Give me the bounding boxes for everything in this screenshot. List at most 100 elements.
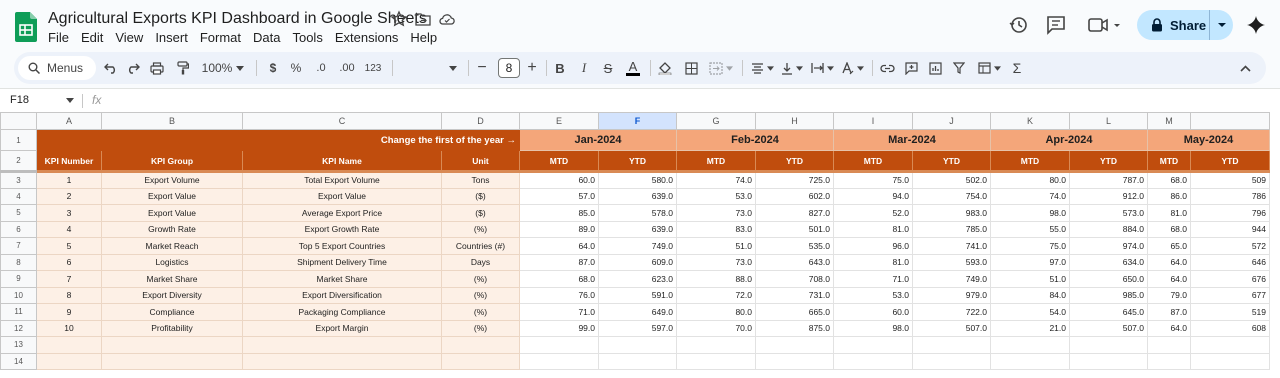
empty-cell[interactable] [519,336,599,354]
mtd-value-cell[interactable]: 68.0 [1147,220,1191,238]
empty-cell[interactable] [1147,352,1191,370]
column-header-f[interactable]: F [598,112,677,130]
name-box[interactable]: F18 [10,94,29,106]
kpi-name-cell[interactable]: Top 5 Export Countries [242,237,442,255]
kpi-group-cell[interactable]: Profitability [101,319,243,337]
ytd-value-cell[interactable]: 787.0 [1069,171,1148,189]
ytd-value-cell[interactable]: 573.0 [1069,204,1148,222]
menu-format[interactable]: Format [200,30,247,45]
mtd-value-cell[interactable]: 79.0 [1147,286,1191,304]
ytd-value-cell[interactable]: 597.0 [598,319,677,337]
kpi-name-cell[interactable]: Export Value [242,187,442,205]
mtd-value-cell[interactable]: 75.0 [990,237,1070,255]
month-header[interactable]: Jan-2024 [519,129,677,151]
ytd-value-cell[interactable]: 649.0 [598,303,677,321]
mtd-value-cell[interactable]: 83.0 [676,220,756,238]
ytd-value-cell[interactable]: 535.0 [755,237,834,255]
mtd-value-cell[interactable]: 81.0 [833,220,913,238]
share-button[interactable]: Share [1137,10,1233,40]
ytd-value-cell[interactable]: 639.0 [598,220,677,238]
ytd-value-cell[interactable]: 677 [1190,286,1270,304]
unit-cell[interactable]: (%) [441,220,520,238]
mtd-value-cell[interactable]: 97.0 [990,253,1070,271]
font-size-input[interactable]: 8 [498,58,520,78]
undo-button[interactable] [102,52,120,84]
ytd-header[interactable]: YTD [912,150,991,173]
month-header[interactable]: May-2024 [1147,129,1270,151]
empty-cell[interactable] [676,336,756,354]
kpi-group-cell[interactable]: Market Reach [101,237,243,255]
mtd-value-cell[interactable]: 89.0 [519,220,599,238]
mtd-value-cell[interactable]: 60.0 [833,303,913,321]
text-color-button[interactable]: A [624,52,642,84]
mtd-header[interactable]: MTD [1147,150,1191,173]
column-header-h[interactable]: H [755,112,834,130]
kpi-group-cell[interactable]: Logistics [101,253,243,271]
empty-cell[interactable] [441,352,520,370]
text-wrapping-button[interactable] [808,52,836,84]
ytd-value-cell[interactable]: 796 [1190,204,1270,222]
ytd-value-cell[interactable]: 725.0 [755,171,834,189]
ytd-value-cell[interactable]: 749.0 [912,270,991,288]
decrease-font-size-button[interactable]: − [474,52,490,84]
empty-cell[interactable] [990,336,1070,354]
mtd-value-cell[interactable]: 80.0 [676,303,756,321]
kpi-number-cell[interactable]: 7 [36,270,102,288]
menu-view[interactable]: View [115,30,149,45]
kpi-number-cell[interactable]: 2 [36,187,102,205]
mtd-value-cell[interactable]: 64.0 [519,237,599,255]
increase-decimal-button[interactable]: .00 [336,52,358,84]
strikethrough-button[interactable]: S [600,52,616,84]
document-title[interactable]: Agricultural Exports KPI Dashboard in Go… [48,10,427,28]
mtd-value-cell[interactable]: 60.0 [519,171,599,189]
insert-link-button[interactable] [878,52,896,84]
ytd-value-cell[interactable]: 519 [1190,303,1270,321]
mtd-header[interactable]: MTD [833,150,913,173]
borders-button[interactable] [682,52,700,84]
empty-cell[interactable] [36,352,102,370]
kpi-name-cell[interactable]: Market Share [242,270,442,288]
month-header[interactable]: Feb-2024 [676,129,834,151]
ytd-value-cell[interactable]: 912.0 [1069,187,1148,205]
row-header[interactable]: 2 [0,150,37,173]
column-header-l[interactable]: L [1069,112,1148,130]
currency-format-button[interactable]: $ [266,52,280,84]
row-header[interactable]: 4 [0,187,37,205]
row-header[interactable]: 6 [0,220,37,238]
mtd-value-cell[interactable]: 71.0 [833,270,913,288]
fill-color-button[interactable] [656,52,674,84]
ytd-value-cell[interactable]: 754.0 [912,187,991,205]
mtd-value-cell[interactable]: 85.0 [519,204,599,222]
ytd-value-cell[interactable]: 676 [1190,270,1270,288]
year-start-banner[interactable]: Change the first of the year → [36,129,520,151]
sheets-logo-icon[interactable] [15,12,37,42]
insert-chart-button[interactable] [926,52,944,84]
mtd-value-cell[interactable]: 57.0 [519,187,599,205]
ytd-value-cell[interactable]: 645.0 [1069,303,1148,321]
mtd-value-cell[interactable]: 96.0 [833,237,913,255]
filter-views-button[interactable] [974,52,1004,84]
kpi-name-cell[interactable]: Shipment Delivery Time [242,253,442,271]
row-header[interactable]: 12 [0,319,37,337]
mtd-value-cell[interactable]: 81.0 [833,253,913,271]
redo-button[interactable] [124,52,142,84]
empty-cell[interactable] [1190,352,1270,370]
menu-file[interactable]: File [48,30,75,45]
ytd-value-cell[interactable]: 785.0 [912,220,991,238]
unit-cell[interactable]: (%) [441,270,520,288]
empty-cell[interactable] [36,336,102,354]
mtd-value-cell[interactable]: 99.0 [519,319,599,337]
unit-header[interactable]: Unit [441,150,520,173]
mtd-value-cell[interactable]: 53.0 [676,187,756,205]
ytd-value-cell[interactable]: 602.0 [755,187,834,205]
mtd-value-cell[interactable]: 68.0 [1147,171,1191,189]
share-main-button[interactable]: Share [1137,10,1209,40]
mtd-value-cell[interactable]: 68.0 [519,270,599,288]
mtd-value-cell[interactable]: 98.0 [990,204,1070,222]
menu-data[interactable]: Data [253,30,286,45]
mtd-value-cell[interactable]: 52.0 [833,204,913,222]
row-header[interactable]: 11 [0,303,37,321]
kpi-group-cell[interactable]: Export Volume [101,171,243,189]
ytd-value-cell[interactable]: 643.0 [755,253,834,271]
mtd-value-cell[interactable]: 65.0 [1147,237,1191,255]
